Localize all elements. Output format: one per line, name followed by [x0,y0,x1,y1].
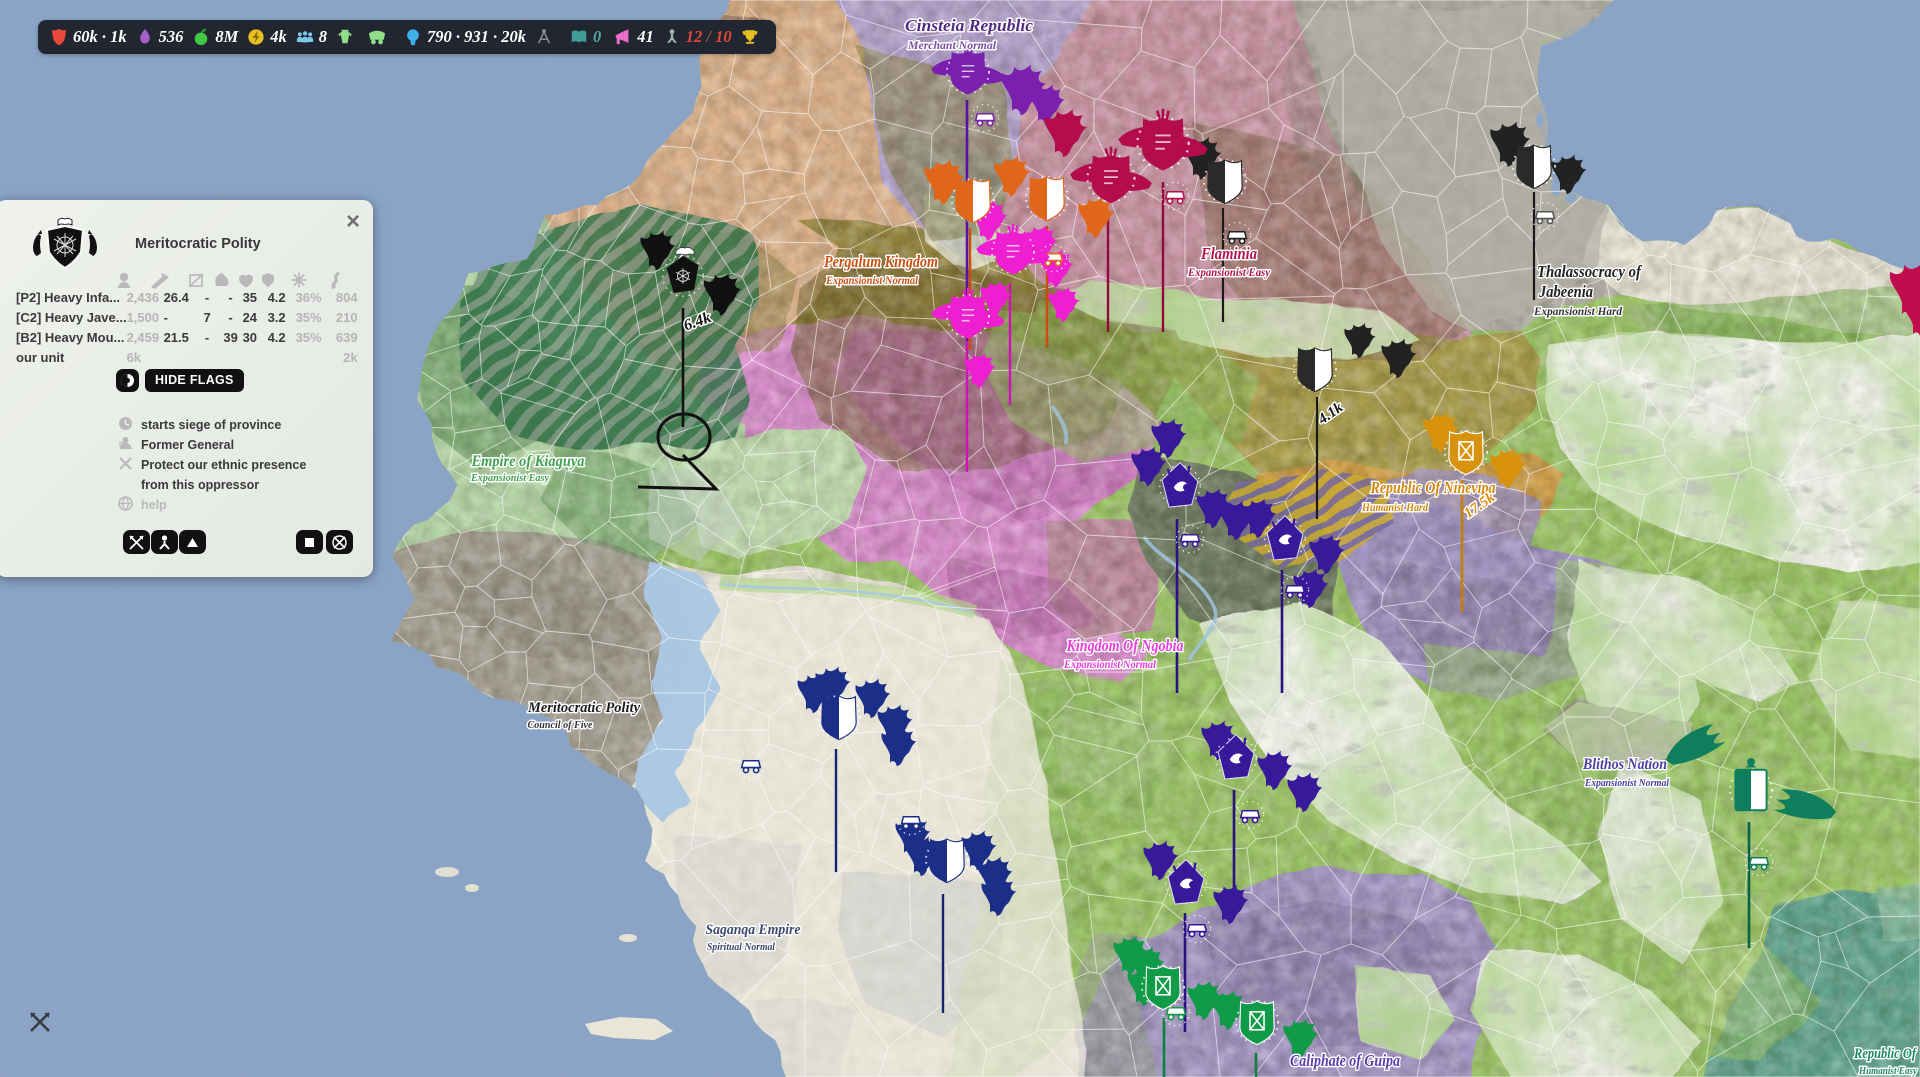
svg-text:Thalassocracy of: Thalassocracy of [1537,262,1643,281]
svg-text:Saganqa Empire: Saganqa Empire [706,922,801,938]
svg-text:Republic Of Ninevipa: Republic Of Ninevipa [1370,478,1496,497]
svg-text:Jabeenia: Jabeenia [1538,282,1593,301]
svg-text:Council of Five: Council of Five [528,720,593,731]
svg-text:Republic Of: Republic Of [1853,1046,1917,1062]
svg-text:Humanist Easy: Humanist Easy [1858,1066,1917,1077]
svg-text:Meritocratic Polity: Meritocratic Polity [527,700,640,716]
svg-text:Humanist Hard: Humanist Hard [1361,502,1428,514]
svg-text:Pergalum Kingdom: Pergalum Kingdom [823,252,938,271]
svg-text:Expansionist Normal: Expansionist Normal [1584,778,1669,789]
svg-text:Empire of Kiaguya: Empire of Kiaguya [471,453,585,470]
svg-text:Cinsteia Republic: Cinsteia Republic [905,16,1033,35]
svg-text:Spiritual Normal: Spiritual Normal [707,942,775,953]
svg-text:Expansionist Normal: Expansionist Normal [1063,659,1157,671]
svg-text:Kingdom Of Ngobia: Kingdom Of Ngobia [1066,636,1184,655]
svg-text:Expansionist Normal: Expansionist Normal [825,275,919,287]
svg-text:Caliphate of Guipa: Caliphate of Guipa [1290,1051,1400,1070]
svg-text:Flaminia: Flaminia [1200,244,1257,263]
svg-text:Expansionist Easy: Expansionist Easy [470,473,549,484]
svg-text:Expansionist Hard: Expansionist Hard [1533,304,1623,318]
svg-text:Blithos Nation: Blithos Nation [1582,756,1667,773]
svg-text:Expansionist Easy: Expansionist Easy [1187,267,1271,279]
svg-text:Merchant Normal: Merchant Normal [907,40,997,52]
